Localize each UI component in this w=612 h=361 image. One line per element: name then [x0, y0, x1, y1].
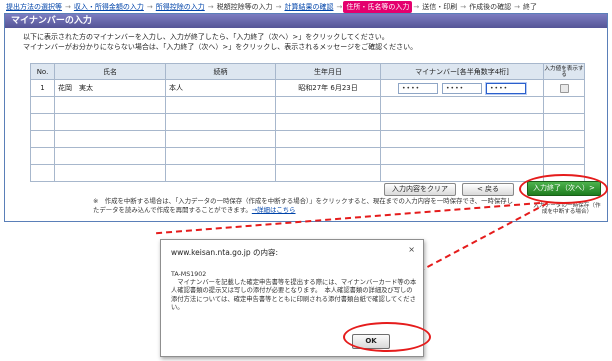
clear-input-button[interactable]: 入力内容をクリア — [384, 183, 456, 196]
step-2[interactable]: 収入・所得金額の入力 — [72, 2, 146, 12]
dialog-text: マイナンバーを記載した確定申告書等を提出する際には、マイナンバーカード等の本人確… — [171, 279, 417, 311]
main-panel: マイナンバーの入力 以下に表示された方のマイナンバーを入力し、入力が終了したら、… — [4, 13, 608, 222]
row-name: 花岡 実太 — [54, 79, 166, 97]
step-7: 送信・印刷 — [422, 3, 458, 11]
suspend-note-text: ※ 作成を中断する場合は、「入力データの一時保存（作成を中断する場合）」をクリッ… — [93, 197, 514, 214]
step-1[interactable]: 提出方法の選択等 — [4, 2, 64, 12]
details-link[interactable]: →詳細はこちら — [252, 206, 296, 214]
row-mynumber: •••• •••• •••• — [380, 79, 544, 97]
table-row-empty — [30, 130, 585, 148]
table-row-empty — [30, 164, 585, 182]
highlight-ellipse-finish — [519, 174, 608, 204]
dialog-title: www.keisan.nta.go.jp の内容: — [171, 248, 279, 257]
step-arrow-icon: → — [146, 3, 153, 11]
row-relation: 本人 — [165, 79, 276, 97]
table-row: 1 花岡 実太 本人 昭和27年 6月23日 •••• •••• •••• — [30, 79, 585, 97]
mynumber-field-3[interactable]: •••• — [486, 82, 526, 94]
instructions: 以下に表示された方のマイナンバーを入力し、入力が終了したら、「入力終了（次へ）>… — [23, 32, 417, 52]
table-row-empty — [30, 96, 585, 114]
header-mynumber: マイナンバー[各半角数字4桁] — [380, 63, 544, 80]
show-value-checkbox[interactable] — [559, 83, 569, 93]
back-button[interactable]: < 戻る — [462, 183, 514, 196]
dialog-code: TA-MS1902 — [171, 271, 207, 278]
instruction-line-1: 以下に表示された方のマイナンバーを入力し、入力が終了したら、「入力終了（次へ）>… — [23, 33, 389, 41]
table-row-empty — [30, 147, 585, 165]
header-show-value: 入力値を表示する — [543, 63, 585, 80]
step-arrow-icon: → — [207, 3, 214, 11]
row-no: 1 — [30, 79, 55, 97]
table-header-row: No. 氏名 続柄 生年月日 マイナンバー[各半角数字4桁] 入力値を表示する — [30, 63, 585, 80]
row-show-value — [543, 79, 585, 97]
close-icon[interactable]: × — [408, 245, 415, 254]
step-8: 作成後の確認 — [469, 3, 512, 11]
suspend-note: ※ 作成を中断する場合は、「入力データの一時保存（作成を中断する場合）」をクリッ… — [93, 197, 515, 215]
header-birth: 生年月日 — [275, 63, 381, 80]
instruction-line-2: マイナンバーがお分かりにならない場合は、「入力終了（次へ）>」をクリックし、表示… — [23, 43, 418, 51]
mynumber-inputs: •••• •••• •••• — [384, 82, 540, 94]
row-birth: 昭和27年 6月23日 — [275, 79, 381, 97]
header-relation: 続柄 — [165, 63, 276, 80]
header-name: 氏名 — [54, 63, 166, 80]
step-3[interactable]: 所得控除の入力 — [154, 2, 207, 12]
step-arrow-icon: → — [336, 3, 343, 11]
step-navigation: 提出方法の選択等 → 収入・所得金額の入力 → 所得控除の入力 → 税額控除等の入力 →… — [4, 1, 608, 13]
header-no: No. — [30, 63, 55, 80]
table-row-empty — [30, 113, 585, 131]
step-arrow-icon: → — [413, 3, 420, 11]
step-5[interactable]: 計算結果の確認 — [283, 2, 336, 12]
page-title: マイナンバーの入力 — [5, 14, 607, 28]
step-arrow-icon: → — [514, 3, 520, 11]
mynumber-field-2[interactable]: •••• — [442, 82, 482, 94]
mynumber-table: No. 氏名 続柄 生年月日 マイナンバー[各半角数字4桁] 入力値を表示する … — [30, 63, 585, 182]
highlight-ellipse-ok — [343, 322, 431, 352]
step-4: 税額控除等の入力 — [216, 3, 273, 11]
mynumber-field-1[interactable]: •••• — [398, 82, 438, 94]
step-arrow-icon: → — [65, 3, 71, 11]
dialog-message: TA-MS1902 マイナンバーを記載した確定申告書等を提出する際には、マイナン… — [171, 271, 417, 312]
step-9: 終了 — [523, 3, 537, 11]
step-6-current: 住所・氏名等の入力 — [343, 1, 413, 13]
step-arrow-icon: → — [460, 3, 467, 11]
step-arrow-icon: → — [275, 3, 282, 11]
